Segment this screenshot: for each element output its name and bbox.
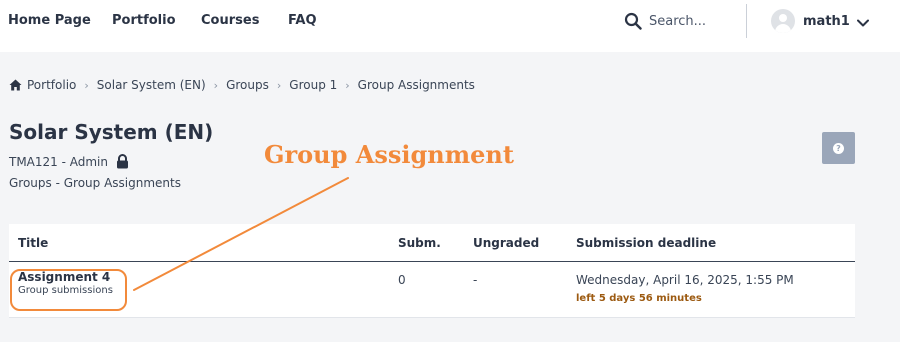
page-subtitle: Groups - Group Assignments <box>9 176 181 190</box>
avatar <box>771 9 795 33</box>
course-code: TMA121 - Admin <box>9 154 129 169</box>
chevron-down-icon <box>850 12 869 31</box>
help-button[interactable]: ? <box>822 132 855 164</box>
user-name: math1 <box>803 13 850 29</box>
ungraded-count: - <box>473 273 478 287</box>
user-menu[interactable]: math1 <box>771 8 869 34</box>
breadcrumb-group-1[interactable]: Group 1 <box>289 78 337 92</box>
breadcrumb-chevron-icon: › <box>345 78 350 92</box>
table-header: Title Subm. Ungraded Submission deadline <box>9 224 855 262</box>
nav-faq[interactable]: FAQ <box>288 13 317 28</box>
search-placeholder[interactable]: Search... <box>649 14 706 29</box>
search-field[interactable]: Search... <box>624 10 706 32</box>
home-icon[interactable] <box>9 79 22 91</box>
breadcrumb-portfolio[interactable]: Portfolio <box>27 78 76 92</box>
column-deadline: Submission deadline <box>576 236 717 250</box>
nav-courses[interactable]: Courses <box>201 13 259 28</box>
column-submissions: Subm. <box>398 236 441 250</box>
nav-portfolio[interactable]: Portfolio <box>112 13 176 28</box>
assignments-table: Title Subm. Ungraded Submission deadline… <box>9 224 855 318</box>
breadcrumb-group-assignments: Group Assignments <box>357 78 475 92</box>
assignment-subtitle: Group submissions <box>18 285 113 296</box>
top-navbar: Home Page Portfolio Courses FAQ Search..… <box>0 0 900 52</box>
breadcrumb-groups[interactable]: Groups <box>226 78 269 92</box>
submissions-count: 0 <box>398 273 406 287</box>
column-title: Title <box>18 236 49 250</box>
annotation-label: Group Assignment <box>264 140 514 169</box>
breadcrumb-chevron-icon: › <box>276 78 282 92</box>
lock-icon <box>116 154 129 169</box>
breadcrumb-course[interactable]: Solar System (EN) <box>97 78 206 92</box>
table-row: Assignment 4 Group submissions 0 - Wedne… <box>9 262 855 318</box>
assignment-title-link[interactable]: Assignment 4 <box>18 270 110 284</box>
nav-home-page[interactable]: Home Page <box>8 13 91 28</box>
nav-divider <box>746 4 747 38</box>
deadline-date: Wednesday, April 16, 2025, 1:55 PM <box>576 273 794 287</box>
breadcrumb-chevron-icon: › <box>213 78 219 92</box>
help-icon: ? <box>833 142 844 154</box>
page-title: Solar System (EN) <box>9 120 214 144</box>
course-code-text: TMA121 - Admin <box>9 154 108 169</box>
breadcrumb: Portfolio › Solar System (EN) › Groups ›… <box>9 76 475 94</box>
column-ungraded: Ungraded <box>473 236 540 250</box>
time-remaining: left 5 days 56 minutes <box>576 293 702 304</box>
search-icon <box>624 12 642 30</box>
breadcrumb-chevron-icon: › <box>84 78 89 92</box>
